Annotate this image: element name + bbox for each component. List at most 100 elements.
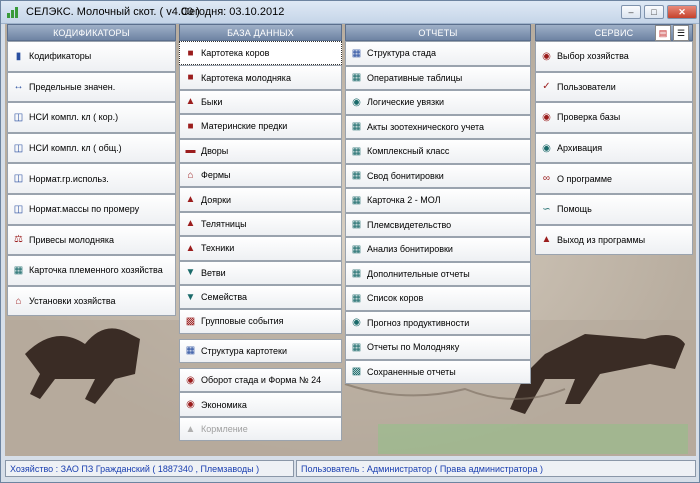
header-kodifikatory: КОДИФИКАТОРЫ: [7, 24, 176, 41]
servis-item-6[interactable]: ▲ Выход из программы: [535, 224, 693, 256]
servis-item-0[interactable]: ◉ Выбор хозяйства: [535, 41, 693, 72]
about-icon: ∞: [542, 173, 551, 185]
servis-item-5[interactable]: ∽ Помощь: [535, 193, 693, 225]
otchety-item-label: Дополнительные отчеты: [367, 268, 470, 279]
kodifikatory-item-2[interactable]: ◫ НСИ компл. кл ( кор.): [7, 102, 176, 133]
otchety-item-1[interactable]: ▦ Оперативные таблицы: [345, 65, 531, 90]
otchety-item-11[interactable]: ◉ Прогноз продуктивности: [345, 310, 531, 335]
otchety-item-label: Комплексный класс: [367, 146, 450, 157]
otchety-item-3[interactable]: ▦ Акты зоотехнического учета: [345, 114, 531, 139]
book-icon: ◫: [13, 203, 24, 215]
calendar-icon[interactable]: ▤: [655, 25, 671, 41]
baza-report-item-0[interactable]: ◉ Оборот стада и Форма № 24: [179, 368, 342, 393]
servis-item-4[interactable]: ∞ О программе: [535, 163, 693, 194]
kodifikatory-item-4[interactable]: ◫ Нормат.гр.использ.: [7, 163, 176, 194]
baza-item-label: Семейства: [201, 292, 248, 303]
servis-item-2[interactable]: ◉ Проверка базы: [535, 102, 693, 133]
otchety-item-label: Структура стада: [367, 48, 436, 59]
help-icon: ∽: [542, 203, 551, 215]
farm-icon: ⌂: [187, 169, 194, 181]
kodifikatory-item-label: Карточка племенного хозяйства: [29, 265, 163, 276]
select-farm-icon: ◉: [542, 50, 551, 62]
baza-item-5[interactable]: ⌂ Фермы: [179, 162, 342, 188]
kodifikatory-item-label: Предельные значен.: [29, 81, 116, 92]
otchety-item-13[interactable]: ▩ Сохраненные отчеты: [345, 359, 531, 384]
kodifikatory-item-3[interactable]: ◫ НСИ компл. кл ( общ.): [7, 132, 176, 164]
analysis-icon: ▦: [351, 243, 362, 255]
otchety-item-12[interactable]: ▦ Отчеты по Молодняку: [345, 335, 531, 360]
technician-icon: ▲: [185, 242, 196, 254]
close-button[interactable]: ✕: [667, 5, 697, 19]
title-bar: СЕЛЭКС. Молочный скот. ( v4.00 ) Сегодня…: [1, 1, 699, 24]
today-date: Сегодня: 03.10.2012: [181, 6, 285, 18]
baza-item-1[interactable]: ■ Картотека молодняка: [179, 65, 342, 90]
baza-report-item-label: Оборот стада и Форма № 24: [201, 375, 322, 386]
card-icon: ▦: [351, 194, 362, 206]
book-icon: ◫: [13, 173, 24, 185]
herd-structure-icon: ▦: [351, 47, 362, 59]
otchety-item-8[interactable]: ▦ Анализ бонитировки: [345, 237, 531, 262]
minimize-button[interactable]: –: [621, 5, 641, 19]
servis-item-3[interactable]: ◉ Архивация: [535, 132, 693, 164]
baza-report-item-1[interactable]: ◉ Экономика: [179, 392, 342, 417]
book-icon: ◫: [13, 142, 24, 154]
baza-item-9[interactable]: ▼ Ветви: [179, 260, 342, 285]
structure-icon: ▦: [185, 345, 196, 357]
summary-icon: ▦: [351, 170, 362, 182]
kodifikatory-item-5[interactable]: ◫ Нормат.массы по промеру: [7, 193, 176, 225]
status-user: Пользователь : Администратор ( Права адм…: [296, 460, 696, 477]
otchety-item-label: Анализ бонитировки: [367, 244, 453, 255]
baza-report-item-2: ▲ Кормление: [179, 416, 342, 442]
servis-item-label: Пользователи: [557, 81, 616, 92]
baza-item-8[interactable]: ▲ Техники: [179, 236, 342, 261]
baza-item-7[interactable]: ▲ Телятницы: [179, 211, 342, 237]
kodifikatory-item-8[interactable]: ⌂ Установки хозяйства: [7, 285, 176, 317]
app-window: СЕЛЭКС. Молочный скот. ( v4.00 ) Сегодня…: [0, 0, 700, 483]
servis-item-label: Выход из программы: [557, 234, 646, 245]
baza-item-label: Материнские предки: [201, 121, 288, 132]
servis-item-1[interactable]: ✓ Пользователи: [535, 71, 693, 103]
otchety-item-2[interactable]: ◉ Логические увязки: [345, 90, 531, 115]
calf-icon: ■: [187, 72, 194, 84]
forecast-icon: ◉: [352, 317, 361, 329]
otchety-item-0[interactable]: ▦ Структура стада: [345, 41, 531, 66]
baza-report-item-label: Кормление: [201, 424, 248, 435]
card-icon: ▦: [13, 264, 24, 276]
otchety-item-7[interactable]: ▦ Племсвидетельство: [345, 212, 531, 237]
scales-icon: ⚖: [14, 234, 23, 246]
bull-icon: ▲: [185, 96, 196, 108]
kodifikatory-item-7[interactable]: ▦ Карточка племенного хозяйства: [7, 255, 176, 286]
baza-report-item-label: Экономика: [201, 399, 247, 410]
kodifikatory-item-label: НСИ компл. кл ( кор.): [29, 112, 119, 123]
baza-structure-item-0[interactable]: ▦ Структура картотеки: [179, 338, 342, 364]
branch-icon: ▼: [185, 267, 196, 279]
otchety-item-4[interactable]: ▦ Комплексный класс: [345, 139, 531, 164]
kodifikatory-item-1[interactable]: ↔ Предельные значен.: [7, 71, 176, 103]
baza-item-0[interactable]: ■ Картотека коров: [179, 41, 342, 66]
maximize-button[interactable]: □: [644, 5, 664, 19]
window-title: СЕЛЭКС. Молочный скот. ( v4.00 ): [26, 6, 200, 18]
kodifikatory-item-0[interactable]: ▮ Кодификаторы: [7, 41, 176, 72]
otchety-item-6[interactable]: ▦ Карточка 2 - МОЛ: [345, 188, 531, 213]
baza-item-3[interactable]: ■ Материнские предки: [179, 114, 342, 139]
kodifikatory-item-6[interactable]: ⚖ Привесы молодняка: [7, 224, 176, 256]
notes-icon[interactable]: ☰: [673, 25, 689, 41]
baza-item-6[interactable]: ▲ Доярки: [179, 187, 342, 212]
kodifikatory-item-label: Кодификаторы: [29, 51, 92, 62]
baza-item-10[interactable]: ▼ Семейства: [179, 284, 342, 310]
baza-item-label: Телятницы: [201, 218, 247, 229]
economy-icon: ◉: [186, 399, 195, 411]
background-area: КОДИФИКАТОРЫ ▮ Кодификаторы ↔ Предельные зн…: [5, 24, 696, 456]
class-icon: ▦: [351, 145, 362, 157]
baza-item-label: Быки: [201, 96, 223, 107]
otchety-item-5[interactable]: ▦ Свод бонитировки: [345, 163, 531, 188]
otchety-item-10[interactable]: ▦ Список коров: [345, 286, 531, 311]
baza-item-2[interactable]: ▲ Быки: [179, 89, 342, 115]
farm-icon: ⌂: [15, 295, 22, 307]
baza-item-11[interactable]: ▩ Групповые события: [179, 309, 342, 334]
certificate-icon: ▦: [351, 219, 362, 231]
baza-item-4[interactable]: ▬ Дворы: [179, 138, 342, 163]
otchety-item-label: Логические увязки: [367, 97, 445, 108]
baza-structure-item-label: Структура картотеки: [201, 345, 287, 356]
otchety-item-9[interactable]: ▦ Дополнительные отчеты: [345, 261, 531, 286]
